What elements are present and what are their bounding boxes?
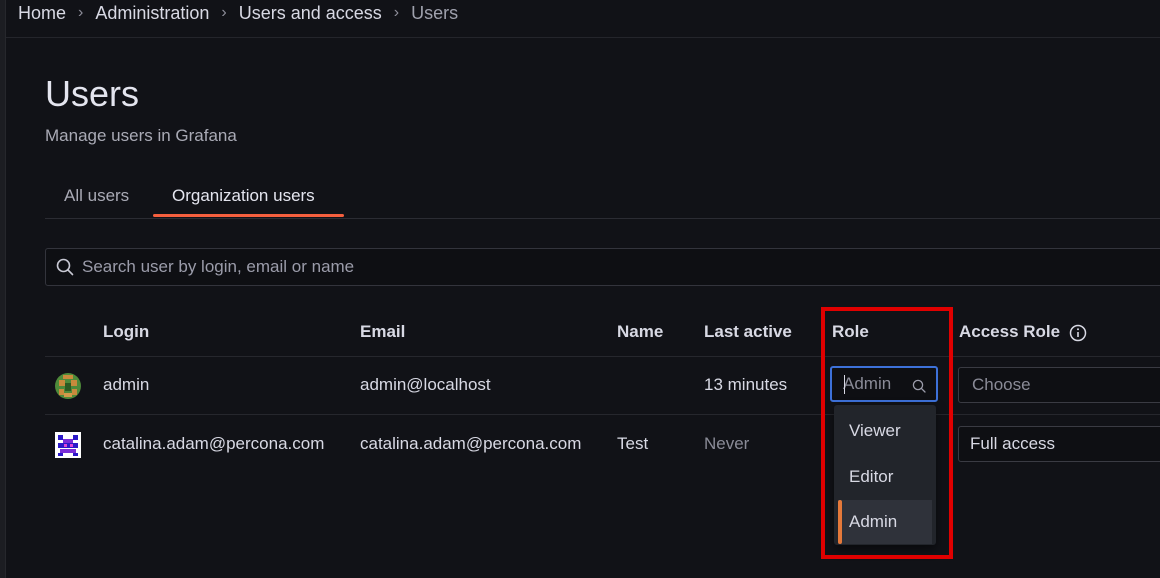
- active-tab-indicator: [153, 214, 344, 217]
- search-box[interactable]: [45, 248, 1160, 286]
- tab-organization-users[interactable]: Organization users: [172, 186, 315, 206]
- user-login[interactable]: catalina.adam@percona.com: [103, 434, 324, 454]
- access-role-select-value: Full access: [970, 434, 1056, 453]
- access-role-select-value: Choose: [972, 375, 1031, 394]
- user-name: Test: [617, 434, 649, 453]
- avatar-green-identicon: [55, 373, 81, 399]
- info-icon[interactable]: [1069, 324, 1087, 342]
- breadcrumb-separator-icon: ›: [221, 4, 227, 21]
- user-login[interactable]: admin: [103, 375, 149, 395]
- avatar: [55, 373, 81, 399]
- page-title: Users: [45, 73, 140, 114]
- breadcrumb-administration[interactable]: Administration: [95, 3, 209, 24]
- breadcrumb-home[interactable]: Home: [18, 3, 66, 24]
- search-icon: [56, 258, 74, 276]
- access-role-select[interactable]: Full access: [958, 426, 1160, 462]
- left-panel-edge: [0, 0, 6, 578]
- user-email: catalina.adam@percona.com: [360, 434, 582, 453]
- access-role-select[interactable]: Choose: [958, 367, 1160, 403]
- breadcrumb: Home › Administration › Users and access…: [18, 0, 458, 26]
- topbar-divider: [6, 37, 1160, 38]
- column-header-login[interactable]: Login: [103, 322, 149, 342]
- column-header-last-active[interactable]: Last active: [704, 322, 792, 342]
- breadcrumb-separator-icon: ›: [78, 4, 84, 21]
- avatar-blue-identicon: [55, 432, 81, 458]
- breadcrumb-users-and-access[interactable]: Users and access: [239, 3, 382, 24]
- annotation-highlight-box: [821, 307, 953, 559]
- tab-bar: All users Organization users: [45, 177, 1160, 219]
- column-header-name[interactable]: Name: [617, 322, 663, 342]
- search-input[interactable]: [80, 256, 684, 278]
- tab-all-users[interactable]: All users: [64, 186, 129, 206]
- user-email: admin@localhost: [360, 375, 491, 394]
- page-subtitle: Manage users in Grafana: [45, 126, 237, 145]
- table-divider: [45, 414, 1160, 415]
- avatar: [55, 432, 81, 458]
- user-last-active: Never: [704, 434, 750, 453]
- user-last-active: 13 minutes: [704, 375, 788, 394]
- breadcrumb-separator-icon: ›: [393, 4, 400, 21]
- table-divider: [45, 356, 1160, 357]
- column-header-email[interactable]: Email: [360, 322, 405, 342]
- column-header-access-role[interactable]: Access Role: [959, 322, 1060, 342]
- breadcrumb-current: Users: [411, 2, 459, 23]
